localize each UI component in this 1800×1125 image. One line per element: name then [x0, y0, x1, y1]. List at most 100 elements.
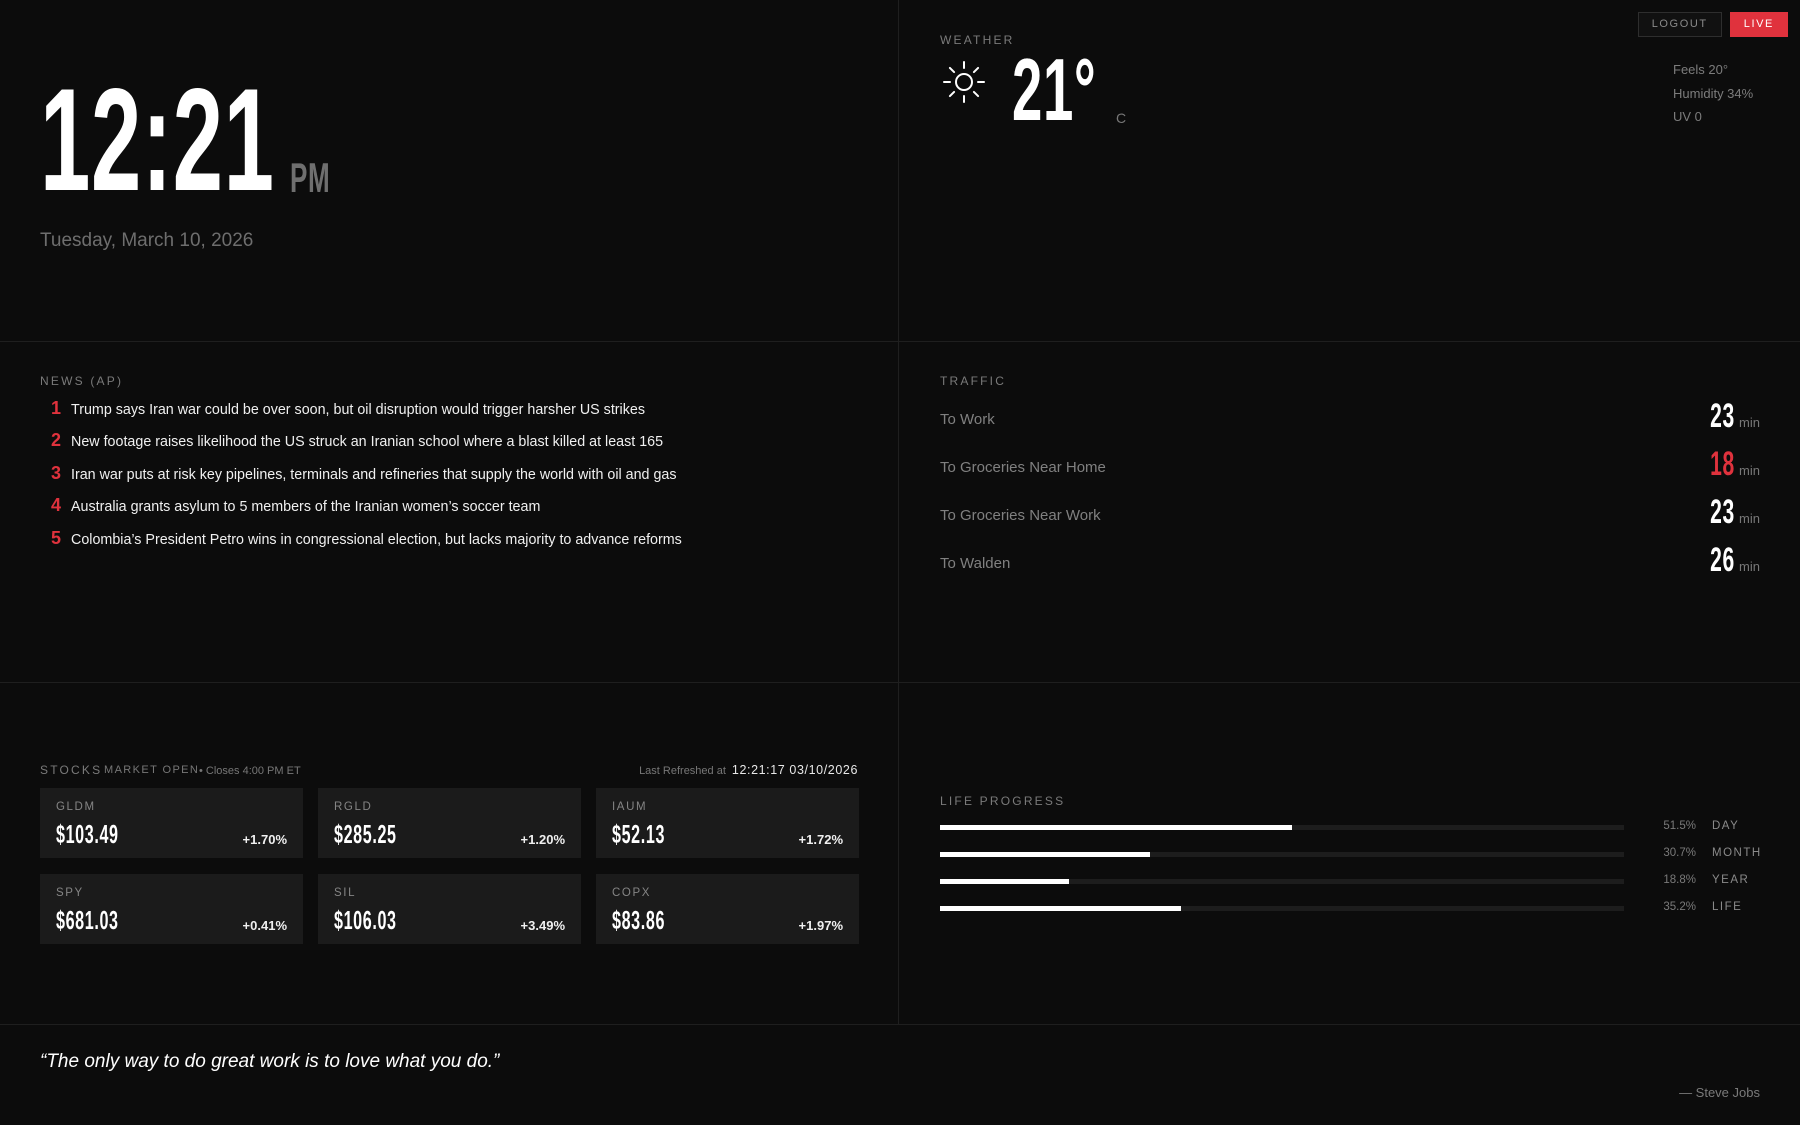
progress-track	[940, 906, 1624, 911]
progress-name: DAY	[1712, 820, 1740, 832]
stock-card[interactable]: RGLD $285.25 +1.20%	[318, 788, 581, 858]
weather-details: Feels 20° Humidity 34% UV 0	[1673, 58, 1753, 129]
news-label: NEWS (AP)	[40, 374, 124, 388]
stocks-header: STOCKS MARKET OPEN • Closes 4:00 PM ET L…	[40, 763, 858, 779]
route-minutes: 23	[1710, 397, 1736, 435]
progress-track	[940, 825, 1624, 830]
last-refreshed-value: 12:21:17 03/10/2026	[731, 763, 858, 777]
progress-name: MONTH	[1712, 847, 1762, 859]
stock-change: +1.97%	[798, 918, 843, 933]
traffic-row: To Walden 26 min	[940, 540, 1760, 580]
stock-change: +1.72%	[798, 832, 843, 847]
route-minutes: 23	[1710, 493, 1736, 531]
clock-date: Tuesday, March 10, 2026	[40, 230, 254, 251]
progress-fill	[940, 852, 1150, 857]
last-refreshed: Last Refreshed at 12:21:17 03/10/2026	[639, 763, 858, 777]
route-unit: min	[1739, 511, 1760, 526]
progress-row-month: 30.7% MONTH	[940, 847, 1760, 861]
life-progress-label: LIFE PROGRESS	[940, 794, 1066, 808]
traffic-row: To Work 23 min	[940, 396, 1760, 436]
stock-symbol: SIL	[334, 887, 357, 899]
route-unit: min	[1739, 415, 1760, 430]
uv-index: UV 0	[1673, 109, 1702, 124]
stock-price: $52.13	[612, 819, 666, 849]
stock-card[interactable]: COPX $83.86 +1.97%	[596, 874, 859, 944]
route-minutes: 26	[1710, 541, 1736, 579]
stock-symbol: SPY	[56, 887, 84, 899]
stock-symbol: COPX	[612, 887, 651, 899]
news-number: 1	[51, 398, 62, 418]
news-item[interactable]: 1 Trump says Iran war could be over soon…	[40, 398, 682, 430]
news-number: 5	[51, 527, 62, 548]
stock-card[interactable]: IAUM $52.13 +1.72%	[596, 788, 859, 858]
news-item[interactable]: 3 Iran war puts at risk key pipelines, t…	[40, 463, 682, 495]
route-time: 23 min	[1695, 397, 1760, 435]
market-status: MARKET OPEN	[104, 764, 200, 776]
news-list: 1 Trump says Iran war could be over soon…	[40, 398, 682, 560]
route-name: To Walden	[940, 555, 1011, 572]
stock-price: $83.86	[612, 905, 666, 935]
clock-time: 12:21	[40, 58, 275, 221]
news-headline: Iran war puts at risk key pipelines, ter…	[71, 466, 677, 483]
progress-percent: 18.8%	[1663, 874, 1696, 886]
route-name: To Groceries Near Work	[940, 507, 1101, 524]
traffic-row: To Groceries Near Work 23 min	[940, 492, 1760, 532]
news-item[interactable]: 2 New footage raises likelihood the US s…	[40, 430, 682, 462]
feels-like: Feels 20°	[1673, 62, 1729, 77]
route-time: 18 min	[1695, 445, 1760, 483]
quote-text: “The only way to do great work is to lov…	[40, 1051, 500, 1072]
stock-price: $285.25	[334, 819, 397, 849]
stock-card[interactable]: SPY $681.03 +0.41%	[40, 874, 303, 944]
route-time: 26 min	[1695, 541, 1760, 579]
progress-row-day: 51.5% DAY	[940, 820, 1760, 834]
top-controls: LOGOUT LIVE	[1637, 12, 1788, 37]
logout-button[interactable]: LOGOUT	[1637, 12, 1722, 37]
news-number: 3	[51, 462, 62, 483]
row-divider	[0, 1024, 1800, 1025]
last-refreshed-label: Last Refreshed at	[639, 765, 726, 777]
quote-author: — Steve Jobs	[1679, 1085, 1760, 1100]
sun-icon	[943, 61, 985, 103]
progress-percent: 51.5%	[1663, 820, 1696, 832]
stock-card[interactable]: SIL $106.03 +3.49%	[318, 874, 581, 944]
progress-track	[940, 852, 1624, 857]
news-item[interactable]: 5 Colombia’s President Petro wins in con…	[40, 528, 682, 560]
news-headline: Australia grants asylum to 5 members of …	[71, 499, 541, 516]
stock-card[interactable]: GLDM $103.49 +1.70%	[40, 788, 303, 858]
progress-fill	[940, 906, 1181, 911]
stock-price: $103.49	[56, 819, 119, 849]
route-minutes: 18	[1710, 445, 1736, 483]
stock-change: +1.70%	[242, 832, 287, 847]
column-divider	[898, 0, 899, 1024]
clock-ampm: PM	[290, 154, 331, 201]
route-name: To Work	[940, 411, 995, 428]
stock-change: +1.20%	[520, 832, 565, 847]
progress-fill	[940, 825, 1293, 830]
progress-row-year: 18.8% YEAR	[940, 874, 1760, 888]
weather-label: WEATHER	[940, 33, 1015, 47]
route-name: To Groceries Near Home	[940, 459, 1106, 476]
progress-percent: 35.2%	[1663, 901, 1696, 913]
humidity: Humidity 34%	[1673, 85, 1754, 101]
stock-price: $681.03	[56, 905, 119, 935]
news-number: 2	[51, 430, 62, 451]
news-headline: Trump says Iran war could be over soon, …	[71, 402, 645, 418]
news-headline: New footage raises likelihood the US str…	[71, 434, 664, 451]
market-closes: • Closes 4:00 PM ET	[199, 765, 301, 777]
progress-row-life: 35.2% LIFE	[940, 901, 1760, 915]
stock-price: $106.03	[334, 905, 397, 935]
stock-symbol: IAUM	[612, 801, 648, 813]
stock-symbol: GLDM	[56, 801, 96, 813]
news-item[interactable]: 4 Australia grants asylum to 5 members o…	[40, 495, 682, 527]
stock-change: +3.49%	[520, 918, 565, 933]
progress-name: LIFE	[1712, 901, 1743, 913]
route-time: 23 min	[1695, 493, 1760, 531]
progress-name: YEAR	[1712, 874, 1750, 886]
traffic-row: To Groceries Near Home 18 min	[940, 444, 1760, 484]
stock-change: +0.41%	[242, 918, 287, 933]
news-number: 4	[51, 495, 62, 516]
progress-fill	[940, 879, 1069, 884]
progress-percent: 30.7%	[1663, 847, 1696, 859]
live-button[interactable]: LIVE	[1729, 12, 1788, 37]
stock-symbol: RGLD	[334, 801, 373, 813]
